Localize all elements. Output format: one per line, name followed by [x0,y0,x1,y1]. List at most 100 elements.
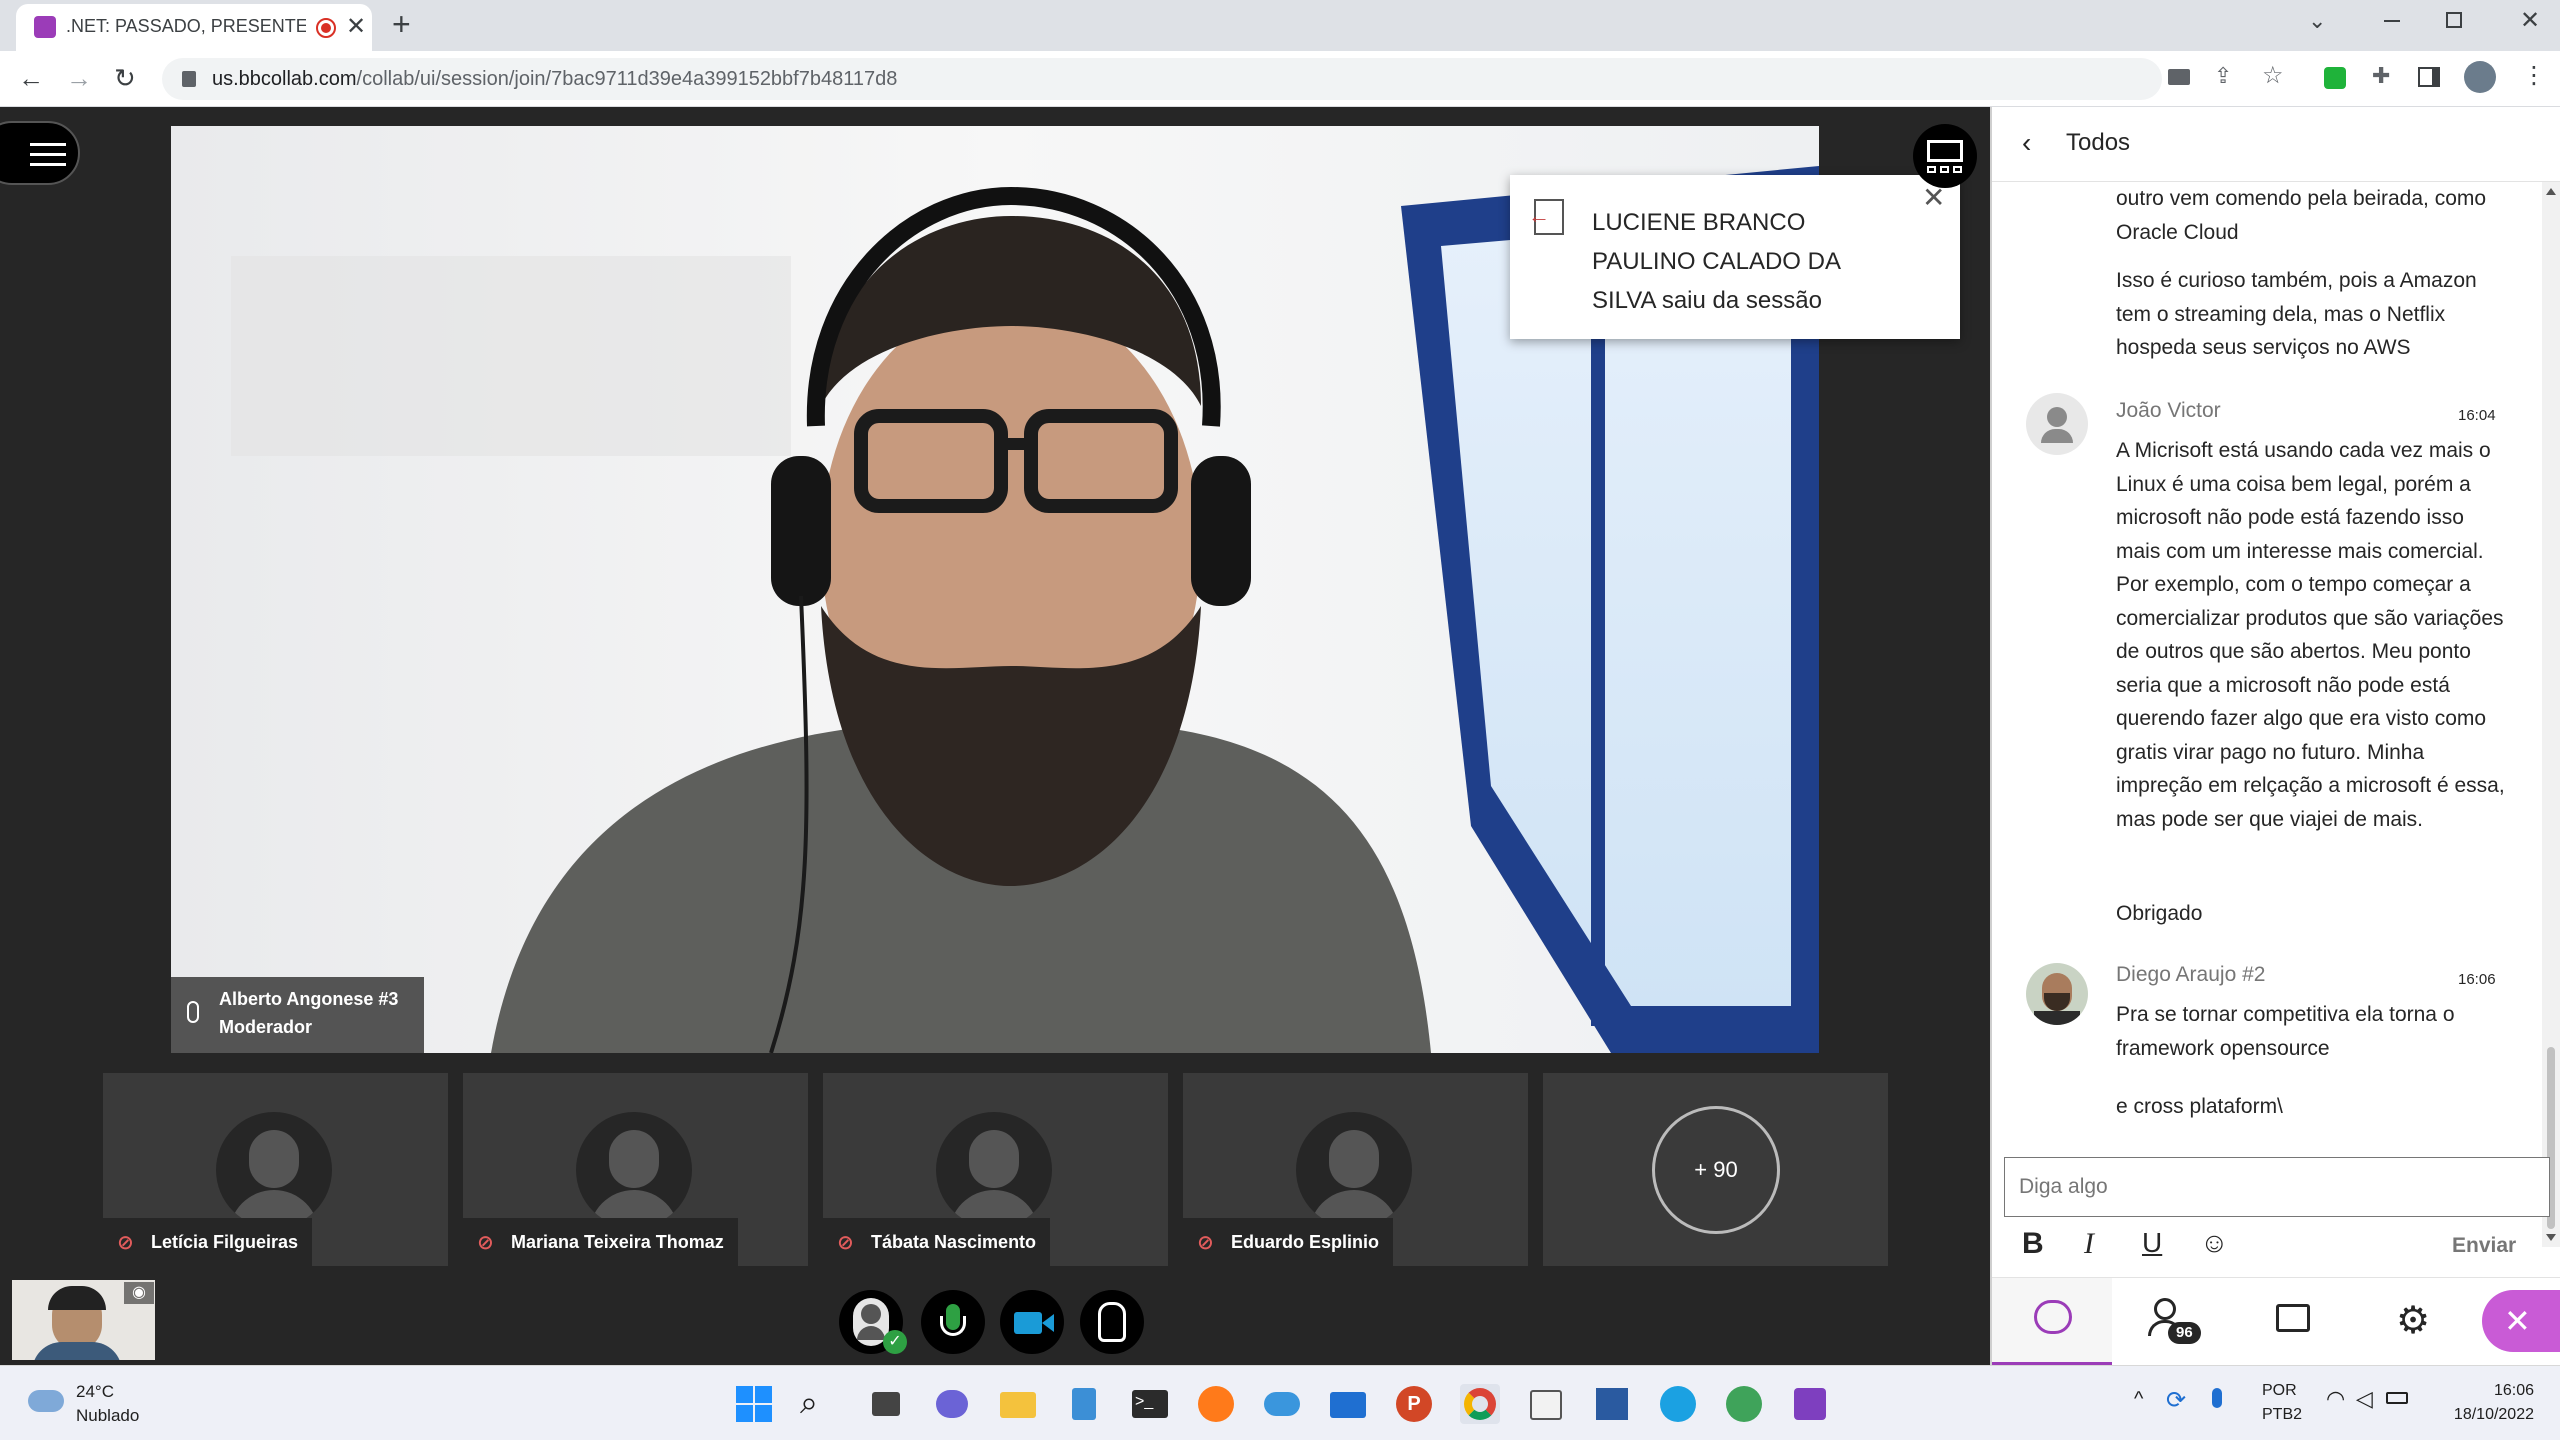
terminal-icon[interactable]: >_ [1130,1384,1170,1424]
tab-share-content[interactable] [2234,1278,2354,1366]
address-bar: ← → ↻ us.bbcollab.com/collab/ui/session/… [0,51,2560,107]
browser-tab-bar: .NET: PASSADO, PRESENTE, F ✕ + ⌄ ✕ [0,0,2560,51]
reload-icon[interactable]: ↻ [114,63,136,94]
close-tab-icon[interactable]: ✕ [346,12,366,41]
participant-name: ⊘ Eduardo Esplinio [1183,1218,1394,1266]
maps-icon[interactable] [1724,1384,1764,1424]
chat-scrollbar[interactable] [2542,182,2560,1247]
microphone-tray-icon[interactable] [2212,1388,2222,1408]
chat-message-text: e cross plataform\ [2116,1095,2283,1118]
attendees-icon [2154,1298,2176,1320]
visibility-eye-icon[interactable]: ◉ [124,1282,154,1304]
bold-button[interactable]: B [2022,1227,2044,1261]
visual-studio-icon[interactable] [1790,1384,1830,1424]
extensions-puzzle-icon[interactable]: ✚ [2372,63,2390,89]
start-icon[interactable] [734,1384,774,1424]
clock-time[interactable]: 16:06 [2468,1382,2534,1400]
mail-icon[interactable] [1328,1384,1368,1424]
sync-icon[interactable]: ⟳ [2166,1386,2186,1415]
layout-toggle-button[interactable] [1913,124,1977,188]
task-view-icon[interactable] [866,1384,906,1424]
recording-icon [316,18,336,38]
chat-input[interactable]: Diga algo [2004,1157,2550,1217]
mic-muted-icon: ⊘ [477,1232,494,1254]
back-icon[interactable]: ← [18,63,44,94]
tab-attendees[interactable]: 96 [2114,1278,2234,1366]
participant-tile[interactable]: ⊘ Tábata Nascimento [823,1073,1168,1266]
taskbar: 24°C Nublado ⌕ >_ P ^ ⟳ POR PTB2 ◠ ◁ 16:… [0,1365,2560,1440]
self-video[interactable]: ◉ [12,1280,155,1360]
microphone-icon [187,1001,199,1023]
restore-icon[interactable] [2446,12,2462,28]
new-tab-icon[interactable]: + [392,6,411,43]
volume-icon[interactable]: ◁ [2356,1386,2373,1412]
sandbox-icon[interactable] [1592,1384,1632,1424]
minimize-icon[interactable] [2384,20,2400,22]
italic-button[interactable]: I [2084,1227,2094,1261]
underline-button[interactable]: U [2142,1227,2162,1259]
tab-settings[interactable]: ⚙ [2354,1278,2474,1366]
hidden-icons-chevron-icon[interactable]: ^ [2134,1388,2143,1411]
scroll-up-icon[interactable] [2546,188,2556,195]
clock-date[interactable]: 18/10/2022 [2434,1406,2534,1424]
search-icon[interactable]: ⌕ [800,1384,840,1424]
browser-menu-icon[interactable]: ⋮ [2522,61,2546,90]
microphone-button[interactable] [921,1290,985,1354]
raise-hand-button[interactable] [1080,1290,1144,1354]
chat-title: Todos [2066,129,2131,156]
camera-in-use-icon[interactable] [2168,69,2190,85]
share-icon[interactable]: ⇪ [2214,63,2232,89]
chat-panel: ‹ Todos outro vem comendo pela beirada, … [1990,107,2560,1366]
attendee-count-badge: 96 [2168,1322,2201,1344]
forward-icon[interactable]: → [66,63,92,94]
teams-chat-icon[interactable] [932,1384,972,1424]
participant-tile[interactable]: ⊘ Letícia Filgueiras [103,1073,448,1266]
url-host: us.bbcollab.com [212,68,357,90]
send-button[interactable]: Enviar [2452,1234,2516,1258]
chat-message-text: Isso é curioso também, pois a Amazon tem… [2116,269,2477,359]
camera-icon [1014,1312,1042,1334]
participant-name: ⊘ Tábata Nascimento [823,1218,1051,1266]
extension-green-icon[interactable] [2324,67,2346,89]
avatar [2026,393,2088,455]
camera-button[interactable] [1000,1290,1064,1354]
store-icon[interactable] [1526,1384,1566,1424]
participant-name: ⊘ Mariana Teixeira Thomaz [463,1218,738,1266]
avatar [2026,963,2088,1025]
powerpoint-icon[interactable]: P [1394,1384,1434,1424]
more-participants-tile[interactable]: + 90 [1543,1073,1888,1266]
tab-search-icon[interactable]: ⌄ [2308,8,2326,34]
close-panel-button[interactable]: ✕ [2482,1290,2560,1352]
participant-tile[interactable]: ⊘ Mariana Teixeira Thomaz [463,1073,808,1266]
keyboard-layout[interactable]: PTB2 [2262,1406,2302,1424]
chat-message-text: A Micrisoft está usando cada vez mais o … [2116,439,2505,831]
close-window-icon[interactable]: ✕ [2520,6,2540,35]
chrome-icon[interactable] [1460,1384,1500,1424]
bookmark-star-icon[interactable]: ☆ [2262,61,2284,90]
notepad-icon[interactable] [1064,1384,1104,1424]
scroll-down-icon[interactable] [2546,1234,2556,1241]
input-language[interactable]: POR [2262,1382,2297,1400]
url-field[interactable]: us.bbcollab.com/collab/ui/session/join/7… [162,58,2162,100]
browser-tab[interactable]: .NET: PASSADO, PRESENTE, F ✕ [16,4,372,51]
side-panel-icon[interactable] [2418,67,2440,87]
status-button[interactable]: ✓ [839,1290,907,1354]
tab-chat[interactable] [1992,1278,2112,1366]
session-menu-button[interactable] [0,121,80,185]
wifi-icon[interactable]: ◠ [2326,1386,2345,1412]
lock-icon [182,71,196,87]
edge-icon[interactable] [1658,1384,1698,1424]
azure-storage-icon[interactable] [1262,1384,1302,1424]
participant-tile[interactable]: ⊘ Eduardo Esplinio [1183,1073,1528,1266]
chat-message-text: outro vem comendo pela beirada, como Ora… [2116,187,2487,244]
profile-avatar[interactable] [2464,61,2496,93]
firefox-icon[interactable] [1196,1384,1236,1424]
participant-name: ⊘ Letícia Filgueiras [103,1218,313,1266]
mic-muted-icon: ⊘ [117,1232,134,1254]
file-explorer-icon[interactable] [998,1384,1038,1424]
chat-header: ‹ Todos [1992,107,2560,182]
chat-bubble-icon [2034,1300,2072,1334]
back-chevron-icon[interactable]: ‹ [2022,127,2031,159]
emoji-icon[interactable]: ☺ [2200,1227,2229,1259]
battery-icon[interactable] [2386,1392,2408,1404]
